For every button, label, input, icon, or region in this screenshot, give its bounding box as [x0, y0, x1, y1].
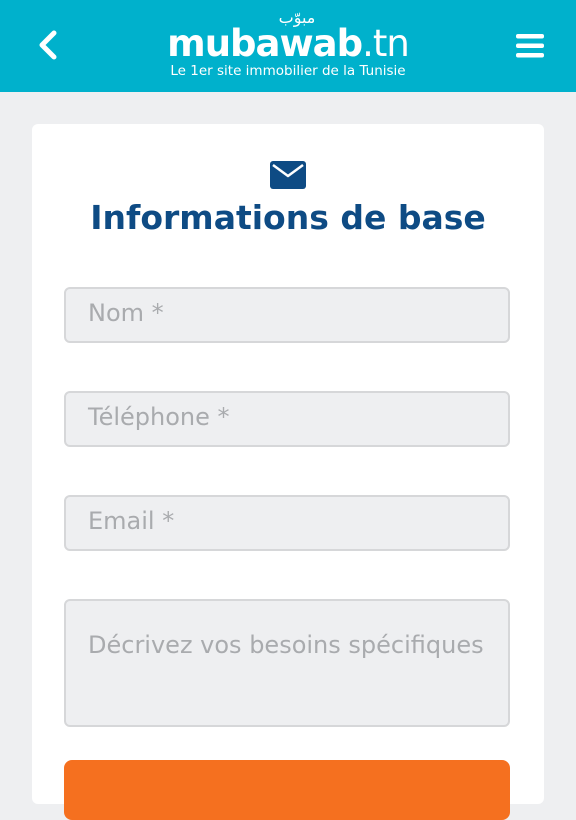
site-logo[interactable]: مبوّب mubawab.tn Le 1er site immobilier … — [160, 8, 416, 84]
phone-field[interactable]: Téléphone * — [64, 391, 510, 447]
logo-tagline: Le 1er site immobilier de la Tunisie — [170, 63, 406, 79]
logo-suffix-text: .tn — [362, 22, 410, 65]
form-title: Informations de base — [90, 198, 486, 237]
chevron-left-icon[interactable] — [34, 28, 62, 62]
needs-textarea[interactable]: Décrivez vos besoins spécifiques — [64, 599, 510, 727]
hamburger-menu-icon[interactable] — [514, 33, 546, 59]
logo-main-text: mubawab — [167, 22, 363, 65]
envelope-icon — [270, 161, 306, 189]
email-field[interactable]: Email * — [64, 495, 510, 551]
logo-wordmark: mubawab.tn — [160, 22, 416, 66]
contact-form-card: Informations de base Nom * Téléphone * E… — [32, 124, 544, 820]
app-header: مبوّب mubawab.tn Le 1er site immobilier … — [0, 0, 576, 92]
submit-button[interactable] — [64, 760, 510, 820]
name-field[interactable]: Nom * — [64, 287, 510, 343]
